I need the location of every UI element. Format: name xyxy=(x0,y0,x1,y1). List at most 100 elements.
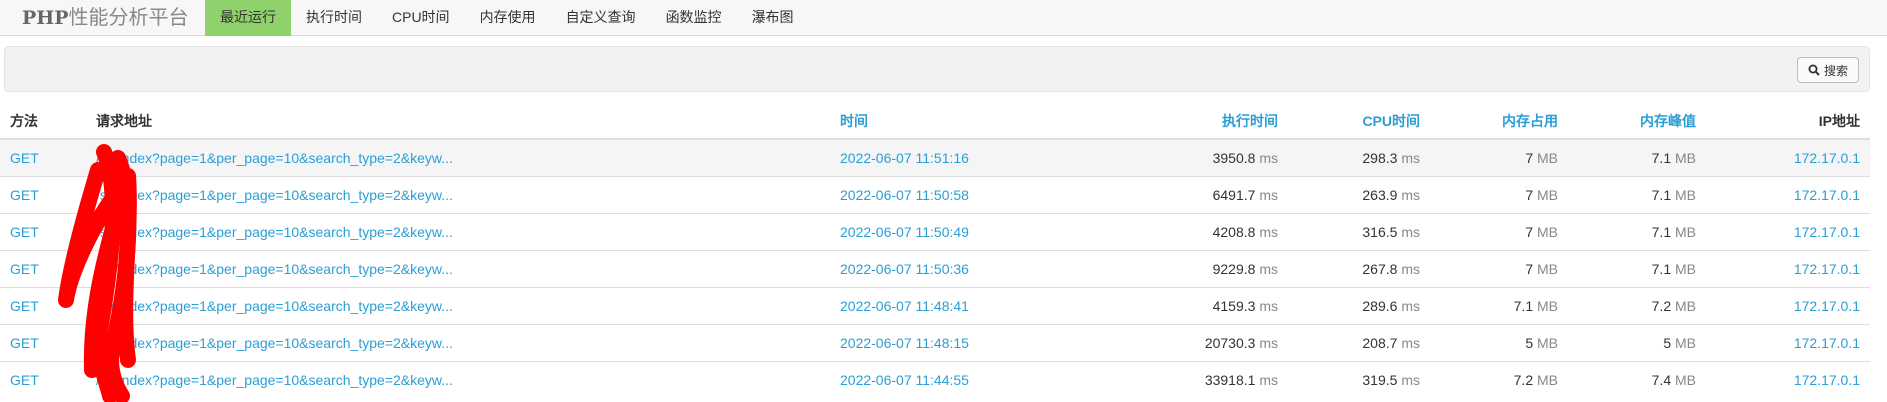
nav-waterfall[interactable]: 瀑布图 xyxy=(737,0,809,36)
row-time[interactable]: 2022-06-07 11:50:36 xyxy=(830,250,1130,288)
row-method[interactable]: GET xyxy=(0,138,86,177)
ip-link[interactable]: 172.17.0.1 xyxy=(1794,261,1860,277)
peak-memory-value: 7.1 xyxy=(1651,261,1672,277)
row-method[interactable]: GET xyxy=(0,324,86,362)
runs-table: 方法 请求地址 时间 执行时间 CPU时间 内存占用 内存峰值 IP地址 GET… xyxy=(0,104,1870,398)
method-link[interactable]: GET xyxy=(10,224,39,240)
cpu-time-unit: ms xyxy=(1401,298,1420,314)
url-link[interactable]: /sa/index?page=1&per_page=10&search_type… xyxy=(96,372,453,388)
wall-time-unit: ms xyxy=(1259,150,1278,166)
url-link[interactable]: /sa/index?page=1&per_page=10&search_type… xyxy=(96,335,453,351)
cpu-time-unit: ms xyxy=(1401,372,1420,388)
cpu-time-unit: ms xyxy=(1401,150,1420,166)
wall-time-value: 4208.8 xyxy=(1212,224,1256,240)
row-url[interactable]: /sa/index?page=1&per_page=10&search_type… xyxy=(86,250,830,288)
row-time[interactable]: 2022-06-07 11:50:49 xyxy=(830,213,1130,251)
time-link[interactable]: 2022-06-07 11:51:16 xyxy=(840,150,969,166)
row-url[interactable]: /sa/index?page=1&per_page=10&search_type… xyxy=(86,213,830,251)
row-method[interactable]: GET xyxy=(0,176,86,214)
search-button-label: 搜索 xyxy=(1823,63,1848,78)
row-memory: 7 MB xyxy=(1430,176,1568,214)
row-cpu-time: 208.7 ms xyxy=(1288,324,1430,362)
peak-memory-unit: MB xyxy=(1675,372,1696,388)
col-time[interactable]: 时间 xyxy=(830,104,1130,140)
col-memory[interactable]: 内存占用 xyxy=(1430,104,1568,140)
row-cpu-time: 263.9 ms xyxy=(1288,176,1430,214)
row-ip[interactable]: 172.17.0.1 xyxy=(1706,138,1870,177)
peak-memory-value: 7.2 xyxy=(1651,298,1672,314)
nav-memory[interactable]: 内存使用 xyxy=(465,0,551,36)
method-link[interactable]: GET xyxy=(10,187,39,203)
row-peak-memory: 7.1 MB xyxy=(1568,138,1706,177)
memory-value: 5 xyxy=(1525,335,1534,351)
peak-memory-value: 7.4 xyxy=(1651,372,1672,388)
memory-value: 7 xyxy=(1525,150,1534,166)
row-url[interactable]: /sa/index?page=1&per_page=10&search_type… xyxy=(86,138,830,177)
nav-cpu-time[interactable]: CPU时间 xyxy=(377,0,465,36)
nav-function-watch[interactable]: 函数监控 xyxy=(651,0,737,36)
row-time[interactable]: 2022-06-07 11:50:58 xyxy=(830,176,1130,214)
time-link[interactable]: 2022-06-07 11:44:55 xyxy=(840,372,969,388)
col-ip: IP地址 xyxy=(1706,104,1870,140)
nav-wall-time[interactable]: 执行时间 xyxy=(291,0,377,36)
row-method[interactable]: GET xyxy=(0,361,86,398)
wall-time-value: 9229.8 xyxy=(1212,261,1256,277)
row-time[interactable]: 2022-06-07 11:44:55 xyxy=(830,361,1130,398)
row-url[interactable]: /sa/index?page=1&per_page=10&search_type… xyxy=(86,176,830,214)
url-link[interactable]: /sa/index?page=1&per_page=10&search_type… xyxy=(96,150,453,166)
time-link[interactable]: 2022-06-07 11:48:41 xyxy=(840,298,969,314)
cpu-time-value: 208.7 xyxy=(1362,335,1398,351)
method-link[interactable]: GET xyxy=(10,261,39,277)
row-ip[interactable]: 172.17.0.1 xyxy=(1706,287,1870,325)
ip-link[interactable]: 172.17.0.1 xyxy=(1794,298,1860,314)
search-button[interactable]: 搜索 xyxy=(1796,57,1859,83)
col-peak-memory[interactable]: 内存峰值 xyxy=(1568,104,1706,140)
row-ip[interactable]: 172.17.0.1 xyxy=(1706,324,1870,362)
ip-link[interactable]: 172.17.0.1 xyxy=(1794,372,1860,388)
row-wall-time: 20730.3 ms xyxy=(1130,324,1288,362)
time-link[interactable]: 2022-06-07 11:50:49 xyxy=(840,224,969,240)
ip-link[interactable]: 172.17.0.1 xyxy=(1794,224,1860,240)
row-method[interactable]: GET xyxy=(0,287,86,325)
time-link[interactable]: 2022-06-07 11:50:58 xyxy=(840,187,969,203)
time-link[interactable]: 2022-06-07 11:48:15 xyxy=(840,335,969,351)
row-time[interactable]: 2022-06-07 11:48:41 xyxy=(830,287,1130,325)
brand-logo[interactable]: PHP性能分析平台 xyxy=(22,4,189,32)
cpu-time-value: 289.6 xyxy=(1362,298,1398,314)
cpu-time-value: 319.5 xyxy=(1362,372,1398,388)
row-ip[interactable]: 172.17.0.1 xyxy=(1706,213,1870,251)
brand-bold: PHP xyxy=(22,7,69,29)
row-method[interactable]: GET xyxy=(0,213,86,251)
method-link[interactable]: GET xyxy=(10,298,39,314)
method-link[interactable]: GET xyxy=(10,150,39,166)
memory-unit: MB xyxy=(1537,298,1558,314)
row-ip[interactable]: 172.17.0.1 xyxy=(1706,250,1870,288)
ip-link[interactable]: 172.17.0.1 xyxy=(1794,187,1860,203)
wall-time-unit: ms xyxy=(1259,187,1278,203)
row-method[interactable]: GET xyxy=(0,250,86,288)
ip-link[interactable]: 172.17.0.1 xyxy=(1794,335,1860,351)
url-link[interactable]: /sa/index?page=1&per_page=10&search_type… xyxy=(96,261,453,277)
method-link[interactable]: GET xyxy=(10,372,39,388)
time-link[interactable]: 2022-06-07 11:50:36 xyxy=(840,261,969,277)
row-url[interactable]: /sa/index?page=1&per_page=10&search_type… xyxy=(86,324,830,362)
row-ip[interactable]: 172.17.0.1 xyxy=(1706,361,1870,398)
col-cpu-time[interactable]: CPU时间 xyxy=(1288,104,1430,140)
row-peak-memory: 7.1 MB xyxy=(1568,213,1706,251)
row-url[interactable]: /sa/index?page=1&per_page=10&search_type… xyxy=(86,287,830,325)
url-link[interactable]: /sa/index?page=1&per_page=10&search_type… xyxy=(96,298,453,314)
wall-time-unit: ms xyxy=(1259,298,1278,314)
ip-link[interactable]: 172.17.0.1 xyxy=(1794,150,1860,166)
peak-memory-unit: MB xyxy=(1675,298,1696,314)
method-link[interactable]: GET xyxy=(10,335,39,351)
url-link[interactable]: /sa/index?page=1&per_page=10&search_type… xyxy=(96,187,453,203)
row-ip[interactable]: 172.17.0.1 xyxy=(1706,176,1870,214)
cpu-time-unit: ms xyxy=(1401,261,1420,277)
row-time[interactable]: 2022-06-07 11:48:15 xyxy=(830,324,1130,362)
row-time[interactable]: 2022-06-07 11:51:16 xyxy=(830,138,1130,177)
nav-custom-query[interactable]: 自定义查询 xyxy=(551,0,651,36)
nav-recent[interactable]: 最近运行 xyxy=(205,0,291,36)
row-url[interactable]: /sa/index?page=1&per_page=10&search_type… xyxy=(86,361,830,398)
col-wall-time[interactable]: 执行时间 xyxy=(1130,104,1288,140)
url-link[interactable]: /sa/index?page=1&per_page=10&search_type… xyxy=(96,224,453,240)
